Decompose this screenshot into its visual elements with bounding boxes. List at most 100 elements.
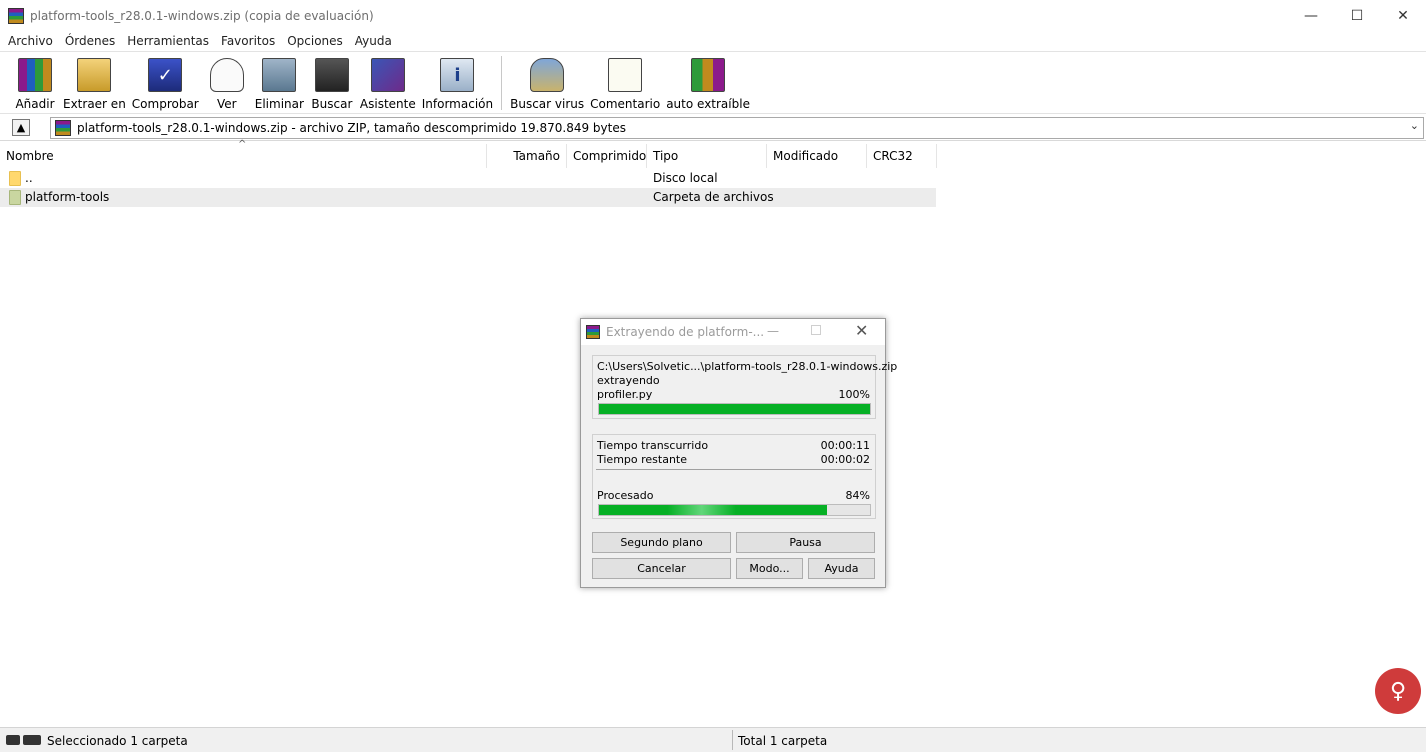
file-progress-fill bbox=[599, 404, 870, 414]
column-nombre[interactable]: Nombre bbox=[0, 144, 487, 168]
drive-icon[interactable] bbox=[6, 735, 20, 745]
add-label: Añadir bbox=[15, 97, 55, 111]
processed-progress-bar bbox=[598, 504, 871, 516]
folder-icon bbox=[9, 190, 21, 205]
window-controls: — ☐ ✕ bbox=[1288, 0, 1426, 31]
column-comprimido[interactable]: Comprimido bbox=[567, 144, 647, 168]
menu-archivo[interactable]: Archivo bbox=[2, 34, 59, 48]
menu-ayuda[interactable]: Ayuda bbox=[349, 34, 398, 48]
file-progress-group: C:\Users\Solvetic...\platform-tools_r28.… bbox=[592, 355, 897, 419]
close-button[interactable]: ✕ bbox=[1380, 0, 1426, 31]
item-name: platform-tools bbox=[25, 190, 110, 204]
wizard-button[interactable]: Asistente bbox=[357, 52, 419, 112]
toolbar: Añadir Extraer en ✓ Comprobar Ver Elimin… bbox=[0, 51, 1426, 114]
extraction-dialog: Extrayendo de platform-... — ✕ C:\Users\… bbox=[580, 318, 897, 588]
column-modificado[interactable]: Modificado bbox=[767, 144, 867, 168]
winrar-app-icon bbox=[8, 7, 24, 24]
path-dropdown[interactable]: platform-tools_r28.0.1-windows.zip - arc… bbox=[50, 117, 1424, 139]
menu-bar: Archivo Órdenes Herramientas Favoritos O… bbox=[0, 31, 1426, 51]
virus-scan-label: Buscar virus bbox=[510, 97, 585, 111]
delete-label: Eliminar bbox=[254, 97, 304, 111]
extract-to-button[interactable]: Extraer en bbox=[60, 52, 129, 112]
current-file: profiler.py bbox=[597, 388, 653, 401]
dialog-title-bar: Extrayendo de platform-... — ✕ bbox=[581, 319, 885, 345]
chevron-down-icon[interactable]: ⌄ bbox=[1410, 119, 1419, 132]
view-button[interactable]: Ver bbox=[202, 52, 252, 112]
remaining-value: 00:00:02 bbox=[820, 453, 870, 466]
remaining-label: Tiempo restante bbox=[597, 453, 688, 466]
item-name: .. bbox=[25, 171, 33, 185]
processed-progress-fill bbox=[599, 505, 827, 515]
find-label: Buscar bbox=[311, 97, 353, 111]
help-button[interactable]: Ayuda bbox=[808, 558, 875, 579]
elapsed-value: 00:00:11 bbox=[820, 439, 870, 452]
up-folder-button[interactable]: ▲ bbox=[12, 119, 30, 136]
mode-button[interactable]: Modo... bbox=[736, 558, 803, 579]
comment-button[interactable]: Comentario bbox=[587, 52, 663, 112]
address-bar: ▲ platform-tools_r28.0.1-windows.zip - a… bbox=[0, 115, 1426, 141]
item-type: Carpeta de archivos bbox=[653, 190, 774, 204]
dialog-close-button[interactable]: ✕ bbox=[855, 321, 868, 340]
arrow-up-icon: ▲ bbox=[16, 121, 26, 134]
extract-to-label: Extraer en bbox=[63, 97, 126, 111]
background-button[interactable]: Segundo plano bbox=[592, 532, 731, 553]
delete-icon bbox=[262, 58, 297, 92]
status-bar: Seleccionado 1 carpeta Total 1 carpeta bbox=[0, 727, 1426, 752]
test-button[interactable]: ✓ Comprobar bbox=[129, 52, 202, 112]
menu-opciones[interactable]: Opciones bbox=[281, 34, 349, 48]
add-button[interactable]: Añadir bbox=[10, 52, 60, 112]
comment-label: Comentario bbox=[590, 97, 661, 111]
elapsed-label: Tiempo transcurrido bbox=[597, 439, 709, 452]
window-title: platform-tools_r28.0.1-windows.zip (copi… bbox=[30, 8, 374, 23]
wizard-icon bbox=[370, 58, 405, 92]
menu-herramientas[interactable]: Herramientas bbox=[121, 34, 215, 48]
info-icon: i bbox=[440, 58, 475, 92]
add-archive-icon bbox=[18, 58, 52, 92]
item-type: Disco local bbox=[653, 171, 718, 185]
sfx-icon bbox=[691, 58, 726, 92]
info-label: Información bbox=[421, 97, 494, 111]
virus-scan-button[interactable]: Buscar virus bbox=[507, 52, 587, 112]
info-button[interactable]: i Información bbox=[419, 52, 496, 112]
test-label: Comprobar bbox=[131, 97, 199, 111]
title-bar: platform-tools_r28.0.1-windows.zip (copi… bbox=[0, 0, 1426, 31]
toolbar-separator bbox=[501, 56, 503, 110]
delete-button[interactable]: Eliminar bbox=[252, 52, 307, 112]
comment-icon bbox=[608, 58, 643, 92]
column-tamano[interactable]: Tamaño bbox=[487, 144, 567, 168]
wizard-label: Asistente bbox=[359, 97, 416, 111]
zip-archive-icon bbox=[55, 120, 71, 136]
column-crc32[interactable]: CRC32 bbox=[867, 144, 937, 168]
status-selection: Seleccionado 1 carpeta bbox=[47, 734, 188, 748]
action-text: extrayendo bbox=[597, 374, 660, 387]
parent-folder-icon bbox=[9, 171, 21, 186]
status-icons bbox=[6, 735, 41, 745]
processed-percent: 84% bbox=[845, 489, 870, 502]
time-progress-group: Tiempo transcurrido 00:00:11 Tiempo rest… bbox=[592, 434, 876, 519]
group-divider bbox=[596, 469, 872, 470]
key-icon[interactable] bbox=[23, 735, 41, 745]
watermark-logo-icon: ♀ bbox=[1375, 668, 1421, 714]
cancel-button[interactable]: Cancelar bbox=[592, 558, 731, 579]
list-item[interactable]: .. Disco local bbox=[0, 169, 936, 188]
column-tipo[interactable]: Tipo bbox=[647, 144, 767, 168]
list-item[interactable]: platform-tools Carpeta de archivos bbox=[0, 188, 936, 207]
find-icon bbox=[314, 58, 349, 92]
virus-scan-icon bbox=[530, 58, 565, 92]
minimize-button[interactable]: — bbox=[1288, 0, 1334, 31]
menu-ordenes[interactable]: Órdenes bbox=[59, 34, 121, 48]
view-label: Ver bbox=[216, 97, 237, 111]
dialog-minimize-button[interactable]: — bbox=[767, 324, 779, 338]
menu-favoritos[interactable]: Favoritos bbox=[215, 34, 281, 48]
path-text: platform-tools_r28.0.1-windows.zip - arc… bbox=[77, 121, 626, 135]
sfx-button[interactable]: auto extraíble bbox=[663, 52, 753, 112]
file-progress-percent: 100% bbox=[838, 388, 870, 401]
pause-button[interactable]: Pausa bbox=[736, 532, 875, 553]
dialog-title: Extrayendo de platform-... bbox=[606, 325, 765, 339]
archive-path: C:\Users\Solvetic...\platform-tools_r28.… bbox=[597, 360, 898, 373]
maximize-button[interactable]: ☐ bbox=[1334, 0, 1380, 31]
winrar-icon bbox=[586, 325, 600, 339]
file-progress-bar bbox=[598, 403, 871, 415]
find-button[interactable]: Buscar bbox=[307, 52, 357, 112]
status-divider bbox=[732, 730, 733, 750]
